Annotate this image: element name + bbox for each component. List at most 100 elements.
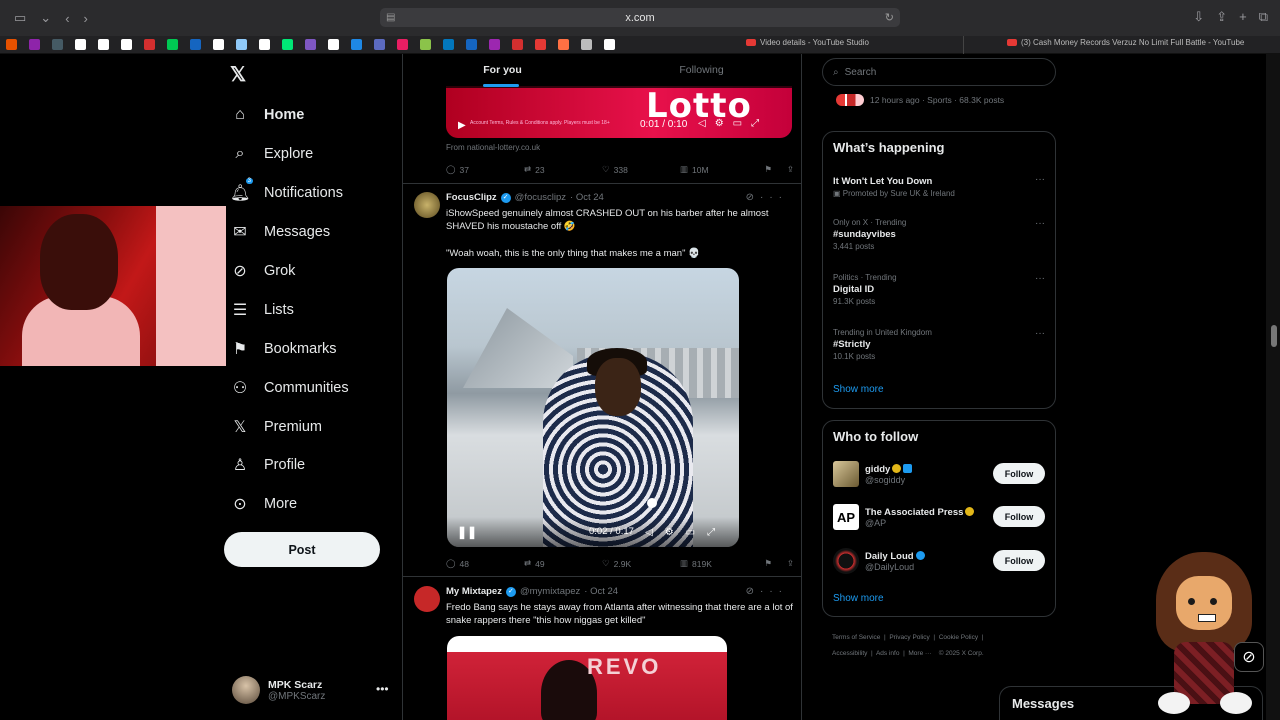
fullscreen-icon[interactable]: ⤢ <box>751 118 768 129</box>
share-icon[interactable]: ⇪ <box>1216 9 1227 25</box>
author-handle[interactable]: @focusclipz <box>515 192 566 203</box>
chevron-down-icon[interactable]: ⌄ <box>40 10 51 26</box>
like-button[interactable]: ♡ 2.9K <box>602 558 680 569</box>
volume-icon[interactable]: ◁ <box>645 527 665 538</box>
show-more-link[interactable]: Show more <box>833 384 884 395</box>
views-button[interactable]: ▥ 10M <box>680 164 750 175</box>
fullscreen-icon[interactable]: ⤢ <box>707 527 727 538</box>
reply-button[interactable]: ◯ 48 <box>446 558 524 569</box>
pip-icon[interactable]: ▭ <box>733 118 751 129</box>
post-menu[interactable]: ⊘··· <box>746 192 788 203</box>
share-icon[interactable]: ⇪ <box>787 558 794 569</box>
bookmark-favicon-icon[interactable] <box>466 39 477 50</box>
volume-icon[interactable]: ◁ <box>698 118 715 129</box>
more-icon[interactable]: ··· <box>760 586 788 597</box>
post-menu[interactable]: ⊘··· <box>746 586 788 597</box>
follow-button[interactable]: Follow <box>993 550 1045 571</box>
bookmark-favicon-icon[interactable] <box>190 39 201 50</box>
nav-item-lists[interactable]: ☰ Lists <box>230 290 349 329</box>
share-icon[interactable]: ⇪ <box>787 164 794 175</box>
bookmark-favicon-icon[interactable] <box>489 39 500 50</box>
bookmark-favicon-icon[interactable] <box>29 39 40 50</box>
grok-icon[interactable]: ⊘ <box>1234 642 1264 672</box>
follow-suggestion[interactable]: AP The Associated Press @AP Follow <box>833 501 1045 533</box>
scrollbar-thumb[interactable] <box>1271 325 1277 347</box>
nav-item-bookmarks[interactable]: ⚑ Bookmarks <box>230 329 349 368</box>
bookmark-favicon-icon[interactable] <box>374 39 385 50</box>
show-more-link[interactable]: Show more <box>833 593 884 604</box>
video-controls[interactable]: ◁⚙▭⤢ <box>645 527 727 538</box>
site-settings-icon[interactable]: ▤ <box>386 12 395 23</box>
avatar[interactable] <box>414 192 440 218</box>
author-handle[interactable]: @mymixtapez <box>520 586 580 597</box>
post-image[interactable]: REVO <box>447 636 727 720</box>
bookmark-favicon-icon[interactable] <box>144 39 155 50</box>
bookmark-favicon-icon[interactable] <box>236 39 247 50</box>
more-icon[interactable]: ··· <box>760 192 788 203</box>
bookmark-icon[interactable]: ⚑ <box>764 164 772 175</box>
footer-terms[interactable]: Terms of Service <box>832 634 880 641</box>
footer-cookie[interactable]: Cookie Policy <box>939 634 978 641</box>
follow-button[interactable]: Follow <box>993 506 1045 527</box>
avatar[interactable] <box>414 586 440 612</box>
reload-icon[interactable]: ↻ <box>885 11 894 24</box>
post-button[interactable]: Post <box>224 532 380 567</box>
account-menu-icon[interactable]: ••• <box>376 682 389 696</box>
reply-button[interactable]: ◯ 37 <box>446 164 524 175</box>
bookmark-favicon-icon[interactable] <box>121 39 132 50</box>
more-icon[interactable]: ··· <box>1035 218 1045 229</box>
video-controls[interactable]: ◁⚙▭⤢ <box>698 118 768 129</box>
forward-icon[interactable]: › <box>84 11 88 26</box>
post-date[interactable]: · Oct 24 <box>584 586 618 597</box>
like-button[interactable]: ♡ 338 <box>602 164 680 175</box>
trend-item[interactable]: It Won't Let You Down ▣ Promoted by Sure… <box>833 174 1045 198</box>
follow-button[interactable]: Follow <box>993 463 1045 484</box>
trend-item[interactable]: Politics · Trending Digital ID 91.3K pos… <box>833 273 1045 306</box>
pause-icon[interactable]: ❚❚ <box>457 525 477 539</box>
bookmark-favicon-icon[interactable] <box>581 39 592 50</box>
author-name[interactable]: FocusClipz <box>446 192 497 203</box>
bookmark-favicon-icon[interactable] <box>351 39 362 50</box>
trend-item[interactable]: Trending in United Kingdom #Strictly 10.… <box>833 328 1045 361</box>
bookmark-favicon-icon[interactable] <box>282 39 293 50</box>
post-video[interactable]: ❚❚ 0:02 / 0:17 ◁⚙▭⤢ <box>447 268 739 547</box>
settings-icon[interactable]: ⚙ <box>715 118 733 129</box>
post-date[interactable]: · Oct 24 <box>570 192 604 203</box>
tab-following[interactable]: Following <box>602 54 801 88</box>
bookmark-favicon-icon[interactable] <box>167 39 178 50</box>
tab-overview-icon[interactable]: ⧉ <box>1259 9 1268 25</box>
download-icon[interactable]: ⇩ <box>1193 9 1204 25</box>
repost-button[interactable]: ⇄ 49 <box>524 558 602 569</box>
bookmark-favicon-icon[interactable] <box>259 39 270 50</box>
lotto-video[interactable]: Lotto ▶ Account Terms, Rules & Condition… <box>446 86 792 138</box>
bookmark-favicon-icon[interactable] <box>558 39 569 50</box>
bookmark-favicon-icon[interactable] <box>420 39 431 50</box>
bookmark-favicon-icon[interactable] <box>213 39 224 50</box>
nav-item-explore[interactable]: ⌕ Explore <box>230 135 349 174</box>
author-name[interactable]: My Mixtapez <box>446 586 502 597</box>
more-icon[interactable]: ··· <box>1035 273 1045 284</box>
footer-accessibility[interactable]: Accessibility <box>832 650 867 657</box>
bookmark-favicon-icon[interactable] <box>535 39 546 50</box>
footer-privacy[interactable]: Privacy Policy <box>889 634 929 641</box>
nav-item-profile[interactable]: ♙ Profile <box>230 446 349 485</box>
nav-item-premium[interactable]: 𝕏 Premium <box>230 407 349 446</box>
nav-item-home[interactable]: ⌂ Home <box>230 96 349 135</box>
grok-icon[interactable]: ⊘ <box>746 192 760 203</box>
follow-suggestion[interactable]: Daily Loud @DailyLoud Follow <box>833 545 1045 577</box>
ad-source[interactable]: From national-lottery.co.uk <box>446 143 540 152</box>
address-bar[interactable]: ▤ x.com ↻ <box>380 8 900 27</box>
repost-button[interactable]: ⇄ 23 <box>524 164 602 175</box>
nav-item-communities[interactable]: ⚇ Communities <box>230 368 349 407</box>
footer-more[interactable]: More ··· <box>908 650 931 657</box>
scrollbar-track[interactable] <box>1266 54 1280 720</box>
trend-meta[interactable]: 12 hours ago · Sports · 68.3K posts <box>836 94 1004 106</box>
bookmark-favicon-icon[interactable] <box>328 39 339 50</box>
bookmark-favicon-icon[interactable] <box>6 39 17 50</box>
bookmark-favicon-icon[interactable] <box>443 39 454 50</box>
bookmark-icon[interactable]: ⚑ <box>764 558 772 569</box>
sidebar-toggle-icon[interactable]: ▭ <box>14 10 26 26</box>
tab-youtube-verzuz[interactable]: (3) Cash Money Records Verzuz No Limit F… <box>1007 38 1244 47</box>
bookmark-favicon-icon[interactable] <box>604 39 615 50</box>
bookmark-favicon-icon[interactable] <box>98 39 109 50</box>
